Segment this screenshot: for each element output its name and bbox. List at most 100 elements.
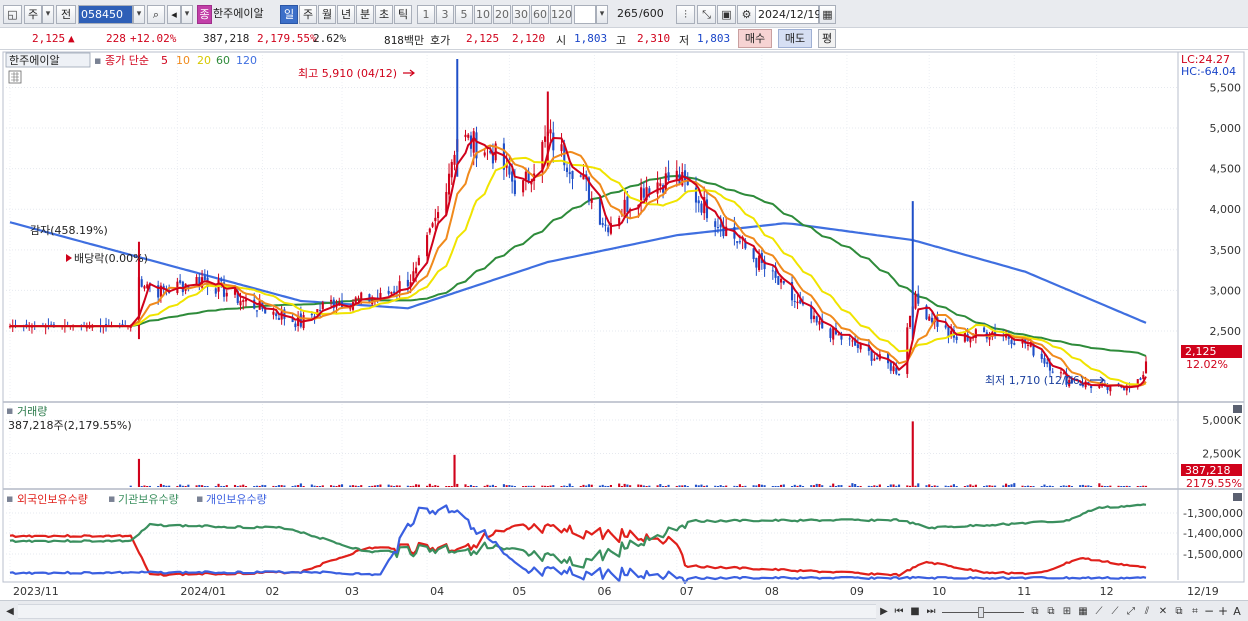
volume-bar [176, 486, 179, 487]
candle-body [963, 332, 966, 342]
candle-body [1040, 353, 1043, 359]
legend-foreign[interactable]: 외국인보유수량 [17, 493, 88, 506]
legend-ma10[interactable]: 10 [176, 54, 190, 67]
candle-body [714, 221, 717, 227]
layout-icon[interactable]: ◱ [3, 5, 22, 24]
text-tool-icon[interactable]: ⧉ [1172, 604, 1186, 619]
range-input[interactable]: 265 [611, 5, 639, 24]
chevron-down-icon[interactable]: ▾ [596, 5, 608, 24]
period-day-button[interactable]: 일 [280, 5, 298, 24]
volume-bar [703, 485, 706, 487]
zoom-out-icon[interactable]: − [1203, 604, 1215, 619]
scroll-left-button[interactable]: ◀ [4, 604, 16, 619]
count-button[interactable]: 60 [531, 5, 549, 24]
chart-scrollbar[interactable]: ◀ ▶ ⏮ ■ ⏭ ⧉ ⧉ ⊞ ▦ ⟋ ⟋ ⤢ ⫽ ✕ ⧉ ⌗ − + A [0, 600, 1248, 621]
eval-button[interactable]: 평 [818, 29, 836, 48]
auto-scale-icon[interactable]: A [1231, 604, 1243, 619]
volume-bar [832, 483, 835, 487]
trend-line-icon[interactable]: ⟋ [1092, 604, 1106, 619]
chevron-down-icon[interactable]: ▾ [133, 5, 145, 24]
volume-bar [445, 485, 448, 487]
chevron-down-icon[interactable]: ▾ [181, 5, 193, 24]
legend-individual[interactable]: 개인보유수량 [206, 493, 267, 506]
volume-bar [856, 486, 859, 487]
legend-ma60[interactable]: 60 [216, 54, 230, 67]
volume-bar [253, 486, 256, 487]
pane-close-icon[interactable] [1233, 405, 1242, 413]
calendar-icon[interactable]: ▦ [819, 5, 836, 24]
volume-bar [933, 485, 936, 487]
sell-button[interactable]: 매도 [778, 29, 812, 48]
save-icon[interactable]: ▣ [717, 5, 736, 24]
candle-body [908, 316, 912, 327]
candle-body [848, 338, 851, 340]
volume-pct: 2,179.55% [257, 32, 317, 45]
candle-body [387, 290, 390, 294]
speaker-icon[interactable]: ◂ [167, 5, 181, 24]
volume-bar [1026, 485, 1030, 487]
chevron-down-icon[interactable]: ▾ [42, 5, 54, 24]
candle-body [604, 224, 607, 226]
scroll-right-button[interactable]: ▶ [878, 604, 890, 619]
buy-button[interactable]: 매수 [738, 29, 772, 48]
fib-line-icon[interactable]: ⟋ [1108, 604, 1122, 619]
crosshair-icon[interactable]: ⊞ [1060, 604, 1074, 619]
prev-label: 전 [60, 8, 72, 21]
grid-icon[interactable]: ▦ [1076, 604, 1090, 619]
draw-tool-icon[interactable]: ⤡ [697, 5, 716, 24]
volume-bar [431, 485, 434, 487]
magnet-icon[interactable]: ⌗ [1188, 604, 1202, 619]
prev-button[interactable]: 전 [56, 5, 76, 24]
count-button[interactable]: 5 [455, 5, 473, 24]
candle-body [431, 223, 434, 227]
count-button[interactable]: 120 [550, 5, 572, 24]
pane-close-icon[interactable] [1233, 493, 1242, 501]
volume-bar [859, 485, 862, 487]
volume-bar [675, 486, 678, 487]
volume-bar [604, 485, 607, 487]
y-tick-label: -1,500,000 [1183, 548, 1243, 561]
stock-code-input[interactable]: 058450 [78, 5, 133, 24]
stock-chart[interactable]: 5,500 5,000 4,500 4,000 3,500 3,000 2,500 5,000… [0, 50, 1248, 600]
channel-icon[interactable]: ⫽ [1140, 604, 1154, 619]
ray-line-icon[interactable]: ⤢ [1124, 604, 1138, 619]
period-year-button[interactable]: 년 [337, 5, 355, 24]
legend-ma20[interactable]: 20 [197, 54, 211, 67]
period-second-button[interactable]: 초 [375, 5, 393, 24]
date-input[interactable]: 2024/12/19 [755, 5, 821, 24]
split-view-icon[interactable]: ⧉ [1028, 604, 1042, 619]
bid-label: 호가 [430, 34, 451, 47]
scroll-track[interactable] [18, 604, 876, 619]
legend-institution[interactable]: 기관보유수량 [118, 493, 179, 506]
legend-ma5[interactable]: 5 [161, 54, 168, 67]
period-week-button[interactable]: 주 [299, 5, 317, 24]
count-button[interactable]: 30 [512, 5, 530, 24]
volume-bar [1079, 485, 1082, 487]
overlay-icon[interactable]: ⧉ [1044, 604, 1058, 619]
legend-ma120[interactable]: 120 [236, 54, 257, 67]
market-select[interactable]: 주 [24, 5, 42, 24]
candle-type-icon[interactable]: ⫶ [676, 5, 695, 24]
period-minute-button[interactable]: 분 [356, 5, 374, 24]
gear-icon[interactable]: ⚙ [737, 5, 756, 24]
count-button[interactable]: 20 [493, 5, 511, 24]
zoom-in-icon[interactable]: + [1217, 604, 1229, 619]
trade-amount: 818백만 [384, 34, 425, 47]
rewind-icon[interactable]: ⏮ [892, 604, 906, 619]
count-input[interactable] [574, 5, 596, 24]
zoom-slider[interactable] [942, 604, 1024, 619]
count-button[interactable]: 3 [436, 5, 454, 24]
cross-line-icon[interactable]: ✕ [1156, 604, 1170, 619]
fast-forward-icon[interactable]: ⏭ [924, 604, 938, 619]
volume-bar [409, 486, 412, 487]
period-month-button[interactable]: 월 [318, 5, 336, 24]
count-button[interactable]: 1 [417, 5, 435, 24]
stop-button[interactable]: ■ [908, 604, 922, 619]
count-label: 20 [495, 8, 509, 21]
ask-price: 2,125 [466, 32, 500, 45]
count-button[interactable]: 10 [474, 5, 492, 24]
period-tick-button[interactable]: 틱 [394, 5, 412, 24]
search-icon[interactable]: ⌕ [147, 5, 165, 24]
zoom-slider-thumb[interactable] [978, 607, 984, 618]
range-value: 265 [617, 7, 638, 20]
